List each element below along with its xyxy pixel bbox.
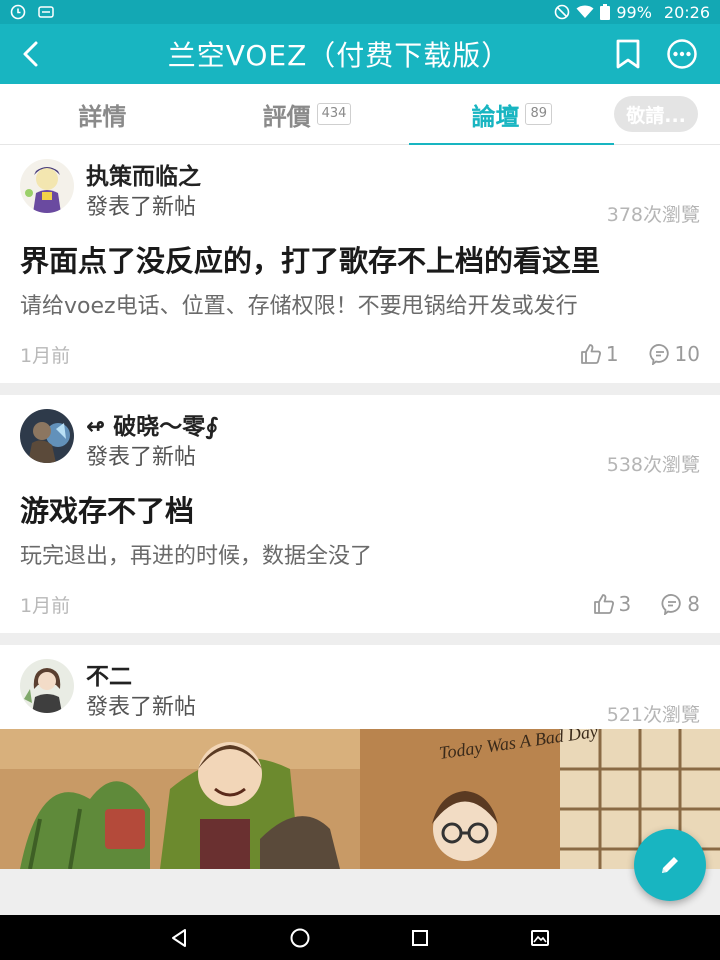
post-author-row: 不二 發表了新帖 521次瀏覽 (20, 659, 700, 729)
post-card[interactable]: ↫ 破晓～零∮ 發表了新帖 538次瀏覽 游戏存不了档 玩完退出，再进的时候，数… (0, 395, 720, 633)
bookmark-button[interactable] (610, 36, 646, 72)
tab-forum[interactable]: 論壇 89 (409, 84, 614, 146)
like-button[interactable]: 1 (580, 342, 619, 366)
nav-recents-button[interactable] (400, 918, 440, 958)
tab-reviews[interactable]: 評價 434 (205, 84, 410, 145)
triangle-back-icon (172, 928, 186, 947)
back-button[interactable] (0, 24, 64, 84)
circle-home-icon (290, 928, 310, 947)
comment-count: 10 (674, 342, 700, 366)
dnd-icon (554, 4, 570, 20)
tab-label: 評價 (262, 102, 311, 131)
post-card[interactable]: 不二 發表了新帖 521次瀏覽 Today Was A Bad Day (0, 645, 720, 869)
post-footer: 1月前 1 10 (20, 325, 700, 383)
like-button[interactable]: 3 (593, 592, 632, 616)
post-footer: 1月前 3 8 (20, 575, 700, 633)
status-bar: 99% 20:26 (0, 0, 720, 24)
view-count: 538次瀏覽 (606, 454, 700, 476)
post-author-row: ↫ 破晓～零∮ 發表了新帖 538次瀏覽 (20, 409, 700, 479)
nav-back-button[interactable] (160, 918, 200, 958)
app-root: 99% 20:26 兰空VOEZ（付费下载版） 詳情 評價 434 論壇 89 … (0, 0, 720, 960)
back-arrow-icon (23, 41, 38, 67)
like-count: 1 (605, 342, 619, 366)
tab-coming-soon[interactable]: 敬請... (614, 96, 698, 132)
post-card[interactable]: 执策而临之 發表了新帖 378次瀏覽 界面点了没反应的，打了歌存不上档的看这里 … (0, 145, 720, 383)
forum-feed[interactable]: 执策而临之 發表了新帖 378次瀏覽 界面点了没反应的，打了歌存不上档的看这里 … (0, 145, 720, 915)
tab-details[interactable]: 詳情 (0, 84, 205, 145)
author-name[interactable]: 不二 (86, 661, 196, 693)
square-recents-icon (412, 929, 428, 946)
post-time: 1月前 (20, 344, 71, 367)
tab-count-badge: 89 (525, 103, 553, 125)
pencil-icon (662, 857, 678, 873)
thumbs-up-icon (593, 594, 614, 614)
view-count: 521次瀏覽 (606, 704, 700, 726)
post-time: 1月前 (20, 594, 71, 617)
tab-label: 敬請... (626, 104, 686, 127)
avatar[interactable] (20, 159, 74, 213)
tab-label: 論壇 (471, 102, 520, 131)
system-nav-bar (0, 915, 720, 960)
post-title[interactable]: 游戏存不了档 (20, 489, 700, 533)
comment-count: 8 (687, 592, 700, 616)
author-action: 發表了新帖 (86, 445, 197, 470)
author-action: 發表了新帖 (86, 695, 197, 720)
bookmark-icon (616, 39, 640, 69)
tab-bar: 詳情 評價 434 論壇 89 敬請... (0, 84, 720, 146)
comment-icon (661, 594, 681, 615)
post-author-row: 执策而临之 發表了新帖 378次瀏覽 (20, 159, 700, 229)
avatar[interactable] (20, 409, 74, 463)
tab-label: 詳情 (78, 102, 127, 131)
comment-button[interactable]: 10 (649, 342, 700, 366)
post-title[interactable]: 界面点了没反应的，打了歌存不上档的看这里 (20, 239, 700, 283)
post-excerpt: 玩完退出，再进的时候，数据全没了 (20, 544, 373, 569)
post-image[interactable]: Today Was A Bad Day (0, 729, 720, 869)
compose-post-button[interactable] (634, 829, 706, 901)
nav-screenshot-button[interactable] (520, 918, 560, 958)
post-excerpt: 请给voez电话、位置、存储权限！不要甩锅给开发或发行 (20, 294, 578, 319)
like-count: 3 (618, 592, 632, 616)
author-name[interactable]: 执策而临之 (86, 161, 201, 193)
clock-time: 20:26 (663, 2, 710, 22)
comment-button[interactable]: 8 (661, 592, 700, 616)
battery-icon (600, 4, 611, 20)
more-icon (667, 39, 697, 69)
tab-count-badge: 434 (316, 103, 352, 125)
view-count: 378次瀏覽 (606, 204, 700, 226)
author-name[interactable]: ↫ 破晓～零∮ (86, 411, 218, 443)
wifi-icon (576, 5, 594, 19)
nav-home-button[interactable] (280, 918, 320, 958)
comment-icon (649, 344, 669, 365)
clock-icon (10, 4, 26, 20)
more-button[interactable] (664, 36, 700, 72)
notification-icon (38, 5, 54, 19)
author-action: 發表了新帖 (86, 195, 197, 220)
battery-level: 99% (616, 2, 652, 22)
app-bar: 兰空VOEZ（付费下载版） (0, 24, 720, 84)
screenshot-icon (531, 929, 549, 946)
page-title: 兰空VOEZ（付费下载版） (167, 39, 511, 72)
thumbs-up-icon (580, 344, 601, 364)
avatar[interactable] (20, 659, 74, 713)
